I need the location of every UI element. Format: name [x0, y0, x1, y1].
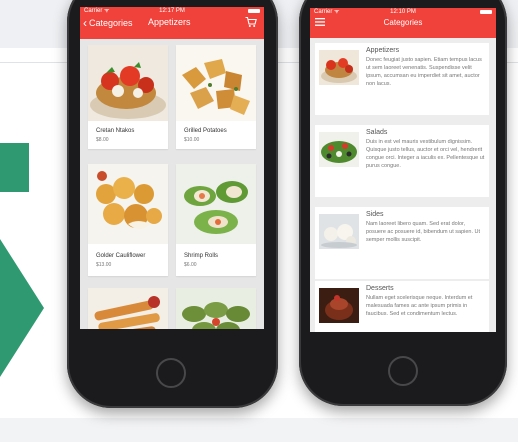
phone-screen-categories: Carrier ᯤ 12:10 PM Categories Appetizers… — [310, 8, 496, 332]
back-button[interactable]: ‹ Categories — [83, 16, 133, 29]
category-description: Nullam eget scelerisque neque. Interdum … — [366, 295, 473, 317]
item-price: $6.00 — [184, 262, 197, 268]
category-list-item[interactable]: Appetizers Donec feugiat justo sapien. E… — [315, 43, 489, 115]
category-description: Donec feugiat justo sapien. Etiam tempus… — [366, 57, 482, 87]
category-thumbnail — [319, 132, 359, 167]
food-photo — [176, 164, 256, 244]
menu-item-card[interactable]: Grilled Potatoes $10.00 — [176, 45, 256, 149]
food-photo — [176, 45, 256, 121]
chevron-left-icon: ‹ — [83, 16, 87, 30]
status-bar: Carrier ᯤ 12:10 PM — [310, 8, 496, 16]
menu-item-card[interactable] — [88, 288, 168, 329]
food-photo — [176, 288, 256, 329]
food-photo — [88, 164, 168, 244]
category-thumbnail — [319, 214, 359, 249]
item-name: Shrimp Rolls — [184, 253, 219, 259]
category-title: Desserts — [366, 285, 394, 292]
category-title: Appetizers — [366, 47, 400, 54]
cart-icon[interactable] — [245, 16, 257, 28]
menu-item-card[interactable] — [176, 288, 256, 329]
green-accent-block — [0, 143, 29, 192]
category-title: Sides — [366, 211, 384, 218]
background-band-bottom — [0, 418, 518, 442]
menu-item-card[interactable]: Cretan Ntakos $8.00 — [88, 45, 168, 149]
phone-categories: Carrier ᯤ 12:10 PM Categories Appetizers… — [299, 0, 507, 406]
page-title: Appetizers — [148, 17, 191, 27]
item-name: Grilled Potatoes — [184, 128, 227, 134]
category-description: Nam laoreet libero quam. Sed erat dolor,… — [366, 221, 481, 243]
food-photo — [88, 288, 168, 329]
item-name: Golder Cauliflower — [96, 253, 146, 259]
item-price: $10.00 — [184, 137, 200, 143]
category-description: Duis in est vel mauris vestibulum dignis… — [366, 139, 485, 169]
category-list-item[interactable]: Desserts Nullam eget scelerisque neque. … — [315, 281, 489, 332]
home-button[interactable] — [156, 358, 186, 388]
category-list-item[interactable]: Salads Duis in est vel mauris vestibulum… — [315, 125, 489, 197]
category-thumbnail — [319, 288, 359, 323]
food-photo — [88, 45, 168, 121]
category-thumbnail — [319, 50, 359, 85]
page-title: Categories — [383, 18, 423, 27]
nav-bar: Carrier ᯤ 12:10 PM Categories — [310, 8, 496, 38]
battery-icon — [248, 9, 260, 13]
item-price: $13.00 — [96, 262, 112, 268]
phone-screen-appetizers: Carrier ᯤ 12:17 PM ‹ Categories Appetizer… — [80, 7, 264, 329]
status-time: 12:17 PM — [159, 8, 185, 14]
category-title: Salads — [366, 129, 388, 136]
status-time: 12:10 PM — [390, 9, 416, 15]
category-list-item[interactable]: Sides Nam laoreet libero quam. Sed erat … — [315, 207, 489, 279]
nav-bar: Carrier ᯤ 12:17 PM ‹ Categories Appetizer… — [80, 7, 264, 39]
battery-icon — [480, 10, 492, 14]
green-arrow-shape — [0, 239, 44, 377]
status-bar: Carrier ᯤ 12:17 PM — [80, 7, 264, 15]
back-label: Categories — [89, 18, 133, 28]
menu-item-card[interactable]: Golder Cauliflower $13.00 — [88, 164, 168, 276]
home-button[interactable] — [388, 356, 418, 386]
item-price: $8.00 — [96, 137, 109, 143]
menu-item-card[interactable]: Shrimp Rolls $6.00 — [176, 164, 256, 276]
item-name: Cretan Ntakos — [96, 128, 135, 134]
phone-appetizers: Carrier ᯤ 12:17 PM ‹ Categories Appetizer… — [67, 0, 278, 408]
